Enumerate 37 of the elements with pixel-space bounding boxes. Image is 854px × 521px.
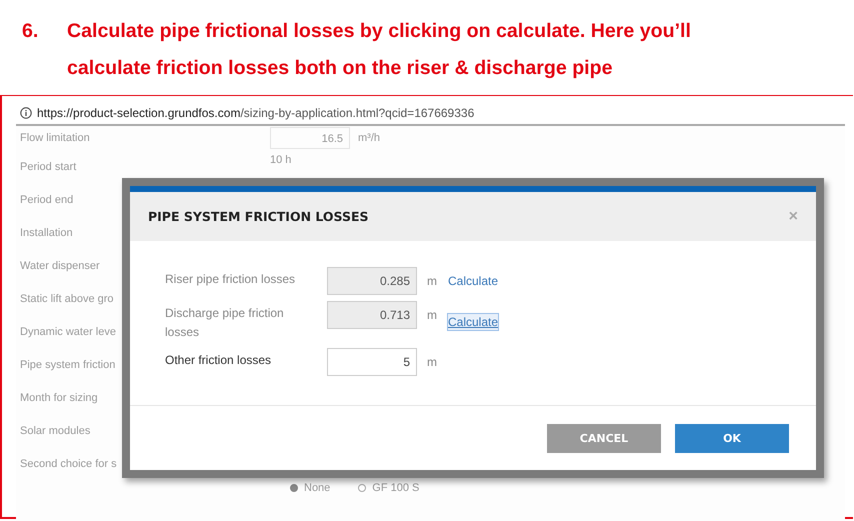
- value-field[interactable]: 0.713: [327, 301, 417, 329]
- step-number: 6.: [22, 19, 40, 44]
- form-label: Pipe system friction: [20, 358, 116, 370]
- ok-button[interactable]: OK: [675, 424, 789, 452]
- form-label: Installation: [20, 226, 73, 238]
- radio-option[interactable]: GF 100 S: [358, 482, 420, 494]
- field-label: Discharge pipe friction losses: [165, 305, 285, 341]
- unit-label: m: [426, 273, 438, 290]
- url-text[interactable]: https://product-selection.grundfos.com/sizing-by-application.html?qcid=167669336: [37, 106, 474, 120]
- value-field[interactable]: 5: [327, 348, 417, 376]
- field-label: Other friction losses: [165, 352, 272, 369]
- radio-icon[interactable]: [358, 484, 366, 492]
- radio-icon[interactable]: [290, 484, 298, 492]
- dialog-title: PIPE SYSTEM FRICTION LOSSES: [148, 209, 369, 224]
- value-text: 10 h: [270, 154, 292, 166]
- field-label: Riser pipe friction losses: [165, 271, 296, 288]
- form-label: Flow limitation: [20, 132, 90, 144]
- info-icon[interactable]: [20, 107, 32, 119]
- unit-label: m³/h: [358, 132, 380, 144]
- cancel-button[interactable]: CANCEL: [547, 424, 661, 452]
- unit-label: m: [426, 307, 438, 324]
- form-label: Dynamic water leve: [20, 326, 116, 338]
- form-label: Solar modules: [20, 424, 90, 436]
- form-label: Month for sizing: [20, 392, 98, 404]
- form-label: Period start: [20, 160, 76, 172]
- form-label: Period end: [20, 194, 74, 206]
- calculate-link[interactable]: Calculate: [448, 314, 498, 330]
- input-field[interactable]: 16.5: [270, 127, 350, 149]
- instruction-text: calculate friction losses both on the riser & discharge pipe: [67, 56, 614, 81]
- radio-option[interactable]: None: [290, 482, 330, 494]
- calculate-link[interactable]: Calculate: [448, 273, 498, 289]
- form-label: Water dispenser: [20, 260, 100, 272]
- value-field[interactable]: 0.285: [327, 267, 417, 295]
- unit-label: m: [426, 354, 438, 371]
- form-label: Static lift above gro: [20, 292, 114, 304]
- instruction-text: Calculate pipe frictional losses by clicking on calculate. Here you’ll: [67, 19, 691, 44]
- form-label: Second choice for s: [20, 458, 117, 470]
